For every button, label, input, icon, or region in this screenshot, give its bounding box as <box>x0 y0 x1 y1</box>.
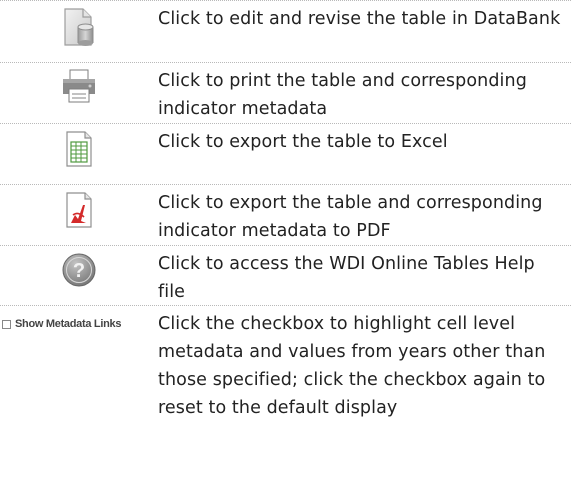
legend-description: Click to edit and revise the table in Da… <box>158 9 561 29</box>
databank-edit-icon[interactable] <box>63 7 95 47</box>
printer-icon[interactable] <box>61 69 97 103</box>
svg-text:?: ? <box>73 260 85 282</box>
show-metadata-links-checkbox[interactable] <box>2 319 11 329</box>
help-icon[interactable]: ? <box>61 252 97 288</box>
icon-cell <box>0 185 158 229</box>
legend-row-databank: Click to edit and revise the table in Da… <box>0 0 571 63</box>
icon-cell <box>0 124 158 168</box>
legend-row-help: ? Click to access the WDI Online Tables … <box>0 246 571 306</box>
pdf-export-icon[interactable] <box>65 191 93 229</box>
icon-cell <box>0 63 158 103</box>
legend-row-metadata-links: Show Metadata Links Click the checkbox t… <box>0 306 571 477</box>
icon-cell <box>0 1 158 47</box>
legend-description: Click to access the WDI Online Tables He… <box>158 254 535 302</box>
legend-description: Click to print the table and correspondi… <box>158 71 527 119</box>
excel-export-icon[interactable] <box>65 130 93 168</box>
legend-row-pdf: Click to export the table and correspond… <box>0 185 571 246</box>
legend-row-excel: Click to export the table to Excel <box>0 124 571 185</box>
legend-description: Click to export the table to Excel <box>158 132 448 152</box>
legend-description: Click to export the table and correspond… <box>158 193 543 241</box>
show-metadata-links-label[interactable]: Show Metadata Links <box>15 318 121 330</box>
legend-description: Click the checkbox to highlight cell lev… <box>158 314 546 418</box>
legend-row-print: Click to print the table and correspondi… <box>0 63 571 124</box>
toolbar-legend: Click to edit and revise the table in Da… <box>0 0 571 477</box>
icon-cell: ? <box>0 246 158 288</box>
show-metadata-links-control[interactable]: Show Metadata Links <box>0 306 158 330</box>
